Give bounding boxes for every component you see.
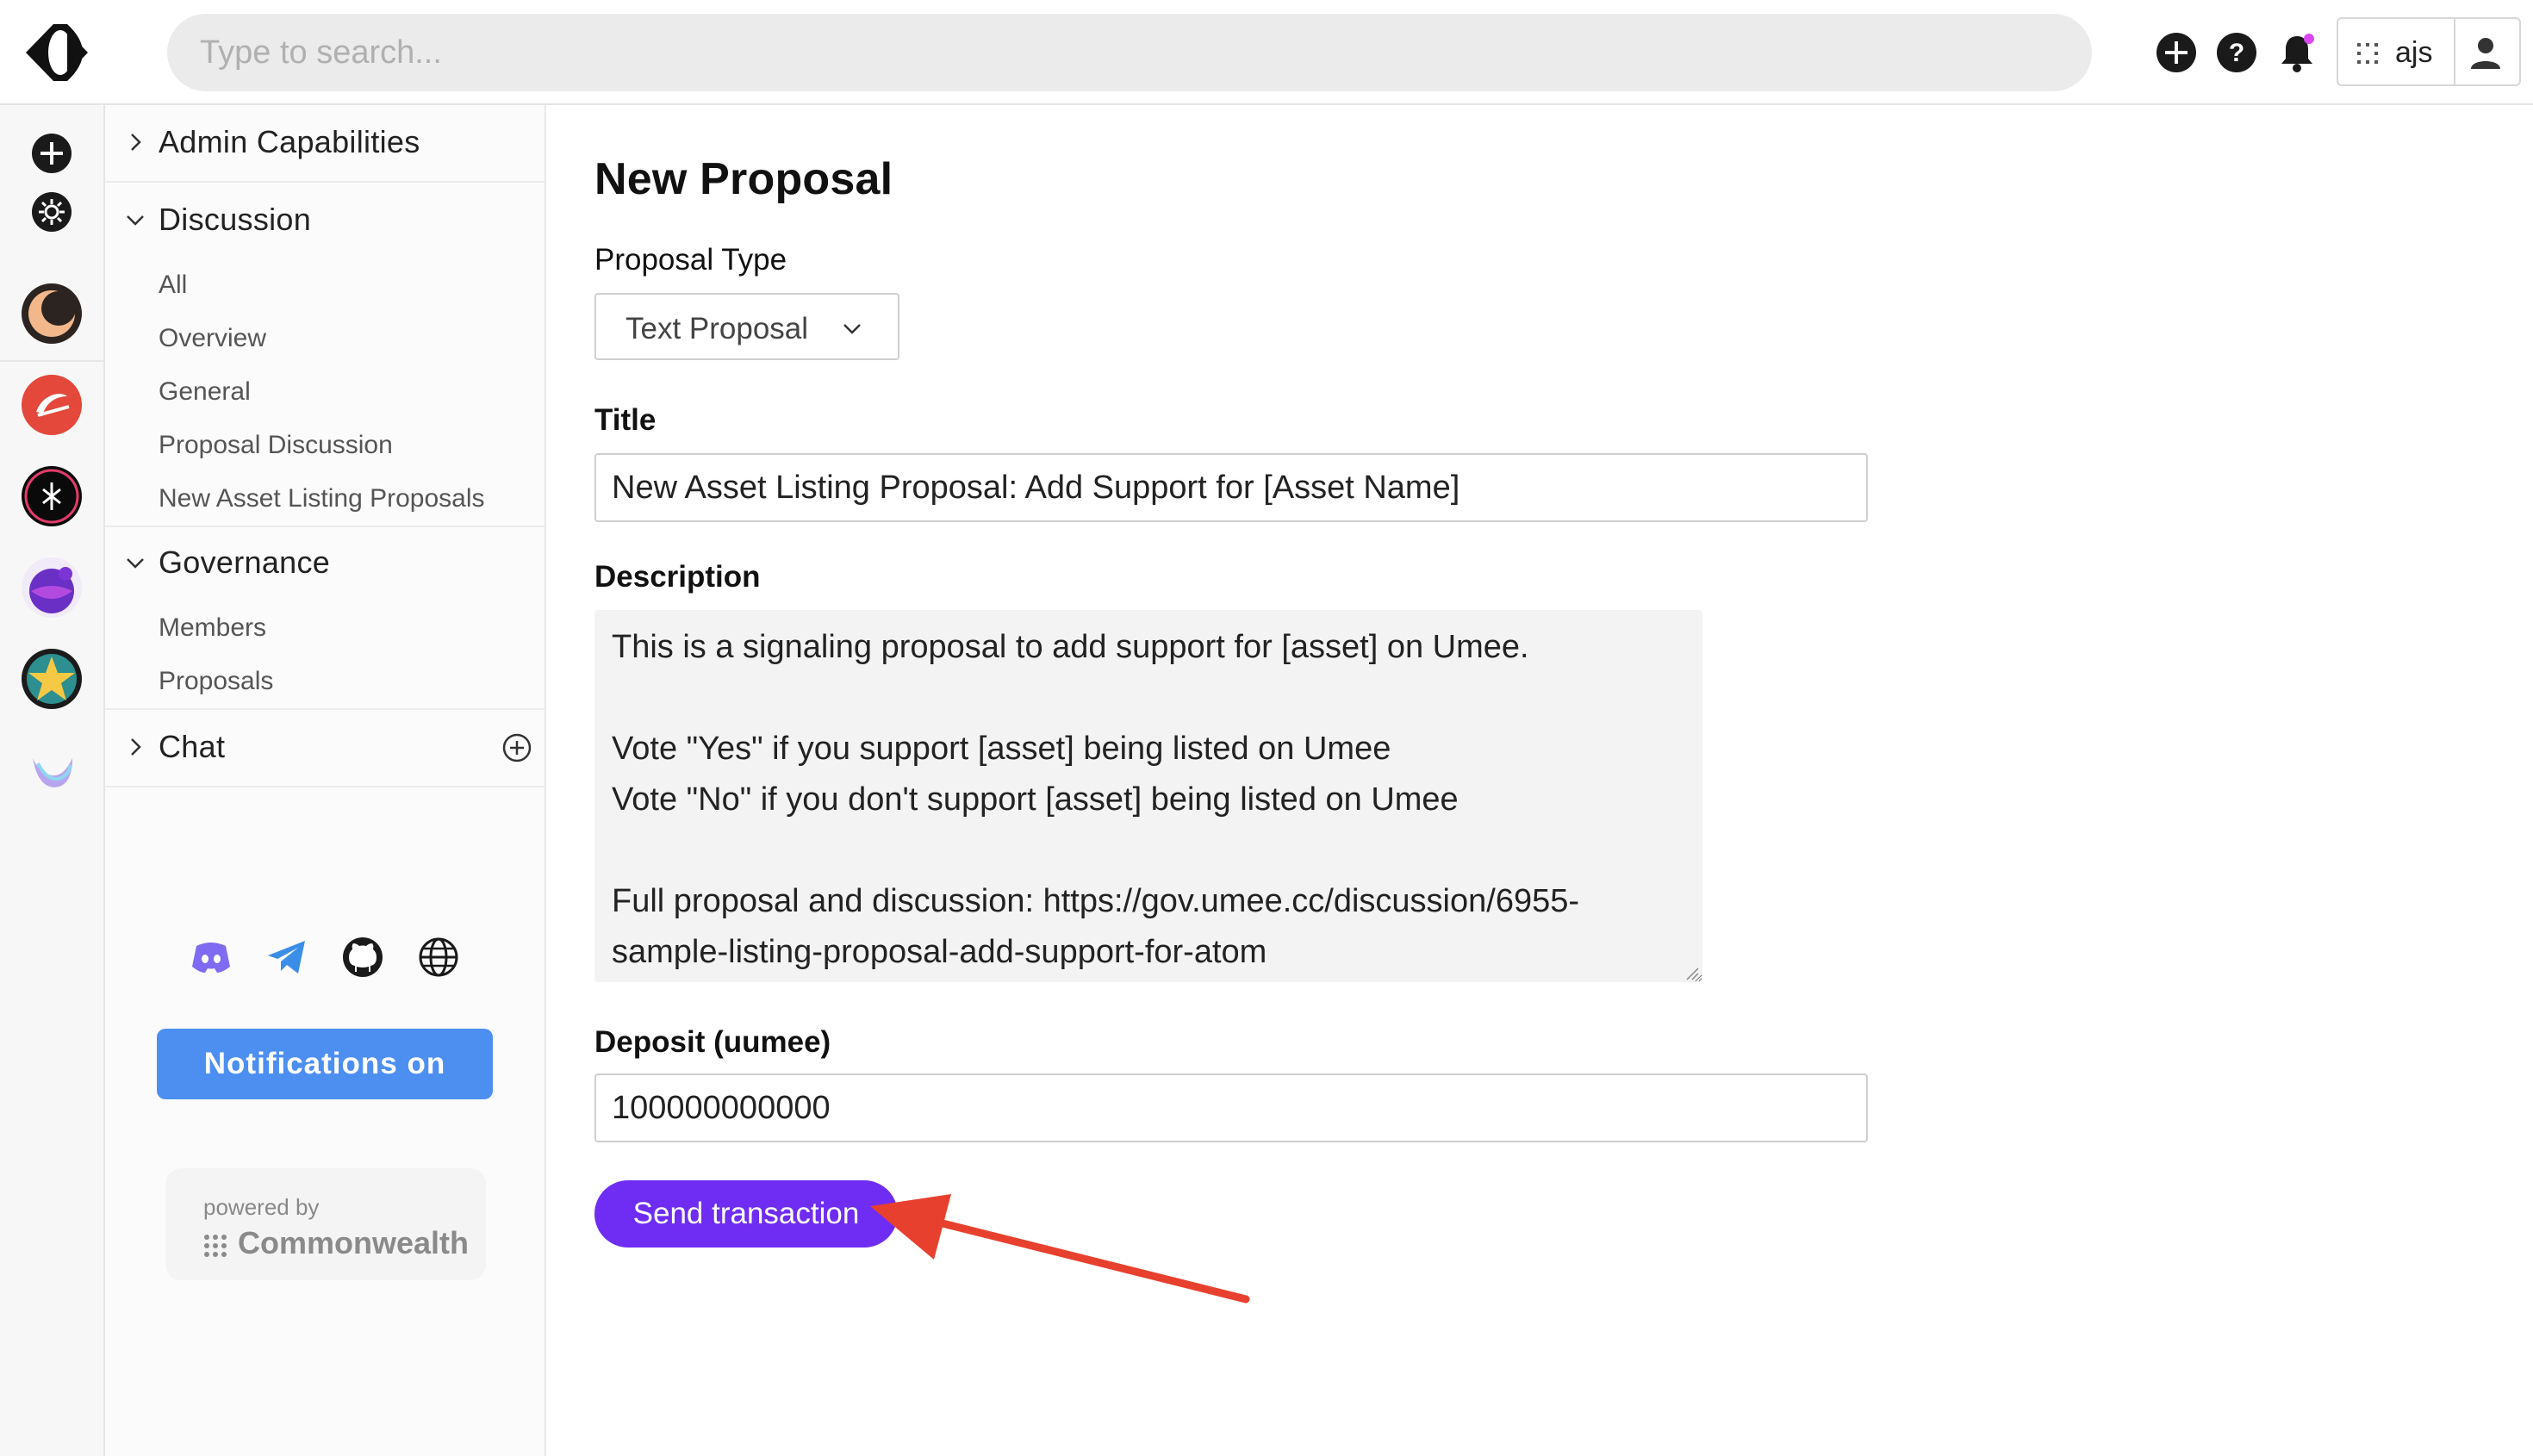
website-globe-icon[interactable] — [417, 936, 460, 979]
top-header: ? ajs — [0, 0, 2533, 105]
deposit-input[interactable] — [594, 1073, 1868, 1142]
community-3-icon[interactable] — [21, 465, 83, 527]
create-icon[interactable] — [2156, 32, 2197, 73]
section-label: Admin Capabilities — [159, 124, 420, 159]
section-admin-capabilities[interactable]: Admin Capabilities — [105, 105, 545, 181]
account-name: ajs — [2395, 36, 2433, 69]
discord-icon[interactable] — [190, 936, 233, 979]
section-chat[interactable]: Chat — [105, 710, 545, 786]
account-menu[interactable]: ajs — [2337, 17, 2521, 86]
explore-icon[interactable] — [31, 191, 72, 233]
sidebar-item-general[interactable]: General — [159, 377, 251, 407]
sidebar-item-proposals[interactable]: Proposals — [159, 667, 273, 696]
annotation-arrow-icon — [870, 1194, 1250, 1304]
send-transaction-button[interactable]: Send transaction — [594, 1180, 898, 1248]
notifications-bell-icon[interactable] — [2276, 32, 2318, 73]
deposit-label: Deposit (uumee) — [594, 1025, 831, 1059]
section-discussion[interactable]: Discussion — [105, 183, 545, 258]
sidebar-item-proposal-discussion[interactable]: Proposal Discussion — [159, 431, 393, 460]
resize-handle-icon[interactable] — [1685, 967, 1699, 980]
sidebar-item-all[interactable]: All — [159, 271, 187, 300]
notifications-toggle-button[interactable]: Notifications on — [157, 1029, 493, 1099]
community-rail — [0, 105, 105, 1456]
community-umee-icon[interactable] — [21, 739, 83, 801]
sidebar-item-new-asset-listing-proposals[interactable]: New Asset Listing Proposals — [159, 484, 485, 513]
description-label: Description — [594, 560, 761, 594]
account-grid-icon — [2357, 43, 2378, 64]
chevron-down-icon — [127, 215, 144, 226]
chevron-right-icon — [131, 134, 141, 151]
proposal-type-select[interactable]: Text Proposal — [594, 293, 899, 360]
rail-divider — [0, 360, 105, 362]
account-switcher[interactable]: ajs — [2338, 19, 2455, 84]
page-title: New Proposal — [594, 154, 893, 204]
section-label: Governance — [159, 544, 331, 580]
commonwealth-dots-icon — [204, 1235, 227, 1257]
github-icon[interactable] — [341, 936, 384, 979]
community-1-icon[interactable] — [21, 283, 83, 345]
sidebar-item-members[interactable]: Members — [159, 613, 266, 643]
add-community-icon[interactable] — [31, 133, 72, 174]
title-label: Title — [594, 403, 657, 437]
section-governance[interactable]: Governance — [105, 526, 545, 601]
svg-text:?: ? — [2229, 39, 2244, 67]
telegram-icon[interactable] — [265, 936, 308, 979]
proposal-type-label: Proposal Type — [594, 243, 787, 277]
powered-by-label: powered by — [203, 1194, 320, 1220]
commonwealth-brand: Commonwealth — [238, 1225, 470, 1260]
community-sidebar: Admin Capabilities Discussion All Overvi… — [105, 105, 546, 1456]
user-icon[interactable] — [2468, 34, 2504, 71]
proposal-type-value: Text Proposal — [625, 312, 809, 345]
section-label: Chat — [159, 729, 226, 764]
chevron-right-icon — [131, 738, 141, 756]
title-input[interactable] — [594, 453, 1868, 522]
section-label: Discussion — [159, 202, 312, 237]
powered-by-commonwealth[interactable]: powered by Commonwealth — [165, 1168, 486, 1280]
chevron-down-icon — [843, 324, 861, 334]
community-5-icon[interactable] — [21, 648, 83, 710]
commonwealth-logo-icon[interactable] — [19, 22, 102, 83]
search-input[interactable] — [167, 14, 2092, 91]
community-4-icon[interactable] — [21, 557, 83, 619]
section-divider — [105, 786, 545, 787]
sidebar-item-overview[interactable]: Overview — [159, 324, 266, 353]
chevron-down-icon — [127, 558, 144, 569]
description-textarea[interactable]: This is a signaling proposal to add supp… — [594, 610, 1702, 982]
add-channel-icon[interactable] — [501, 732, 532, 763]
help-icon[interactable]: ? — [2216, 32, 2257, 73]
community-2-icon[interactable] — [21, 374, 83, 436]
